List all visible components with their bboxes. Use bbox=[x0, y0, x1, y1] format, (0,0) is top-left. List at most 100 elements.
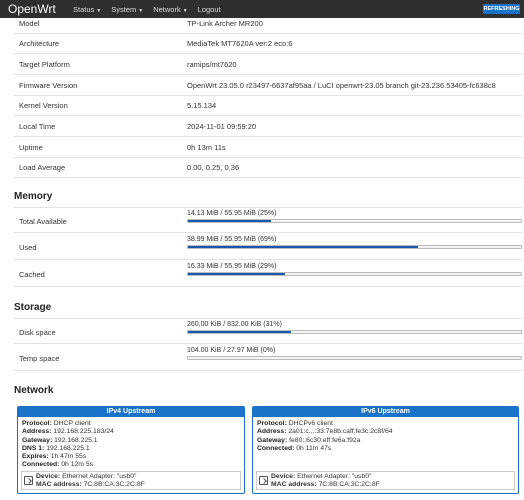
ipv4-upstream-details: Protocol: DHCP client Address: 192.168.2… bbox=[18, 417, 244, 470]
menu-logout[interactable]: Logout bbox=[198, 5, 221, 14]
progress-bar bbox=[187, 272, 522, 276]
ipv4-line: Connected: 0h 12m 5s bbox=[22, 461, 240, 469]
system-value: 2024-11-01 09:59:20 bbox=[187, 122, 257, 131]
mac-value: 7C:8B:CA:3C:2C:8F bbox=[318, 481, 380, 488]
memory-row-cached: Cached 16.33 MiB / 55.95 MiB (29%) bbox=[14, 261, 522, 287]
storage-value: 260.00 KiB / 832.00 KiB (31%) bbox=[187, 321, 282, 328]
storage-row-temp-space: Temp space 104.00 KiB / 27.97 MiB (0%) bbox=[14, 345, 522, 371]
progress-fill bbox=[188, 220, 272, 222]
mac-label: MAC address: bbox=[271, 481, 317, 488]
progress-bar bbox=[187, 330, 522, 334]
system-value: 5.15.134 bbox=[187, 101, 217, 110]
line-value: 192.168.225.1 bbox=[46, 444, 90, 452]
progress-bar bbox=[187, 219, 522, 223]
system-value: 0h 13m 11s bbox=[187, 143, 226, 152]
memory-key: Total Available bbox=[19, 217, 67, 226]
refreshing-indicator-button[interactable]: REFRESHING bbox=[483, 4, 520, 14]
progress-fill bbox=[188, 331, 292, 333]
line-value: 2a01:c...:33:7e8b:caff:fe3c:2c8f/64 bbox=[288, 428, 393, 436]
system-row-firmware-version: Firmware Version OpenWrt 23.05.0 r23497-… bbox=[14, 76, 522, 96]
system-value: ramips/mt7620 bbox=[187, 60, 237, 69]
ipv6-line: Gateway: fe80::6c30:eff:fe6a:f92a bbox=[257, 437, 514, 445]
ipv6-upstream-details: Protocol: DHCPv6 client Address: 2a01:c.… bbox=[253, 417, 518, 453]
mac-value: 7C:8B:CA:3C:2C:8F bbox=[83, 481, 145, 488]
system-row-local-time: Local Time 2024-11-01 09:59:20 bbox=[14, 117, 522, 137]
device-label: Device: bbox=[271, 473, 296, 480]
menu-status[interactable]: Status ▼ bbox=[73, 5, 101, 14]
memory-key: Used bbox=[19, 243, 37, 252]
ipv4-device-box: Device: Ethernet Adapter: "usb0" MAC add… bbox=[21, 471, 241, 490]
memory-value: 16.33 MiB / 55.95 MiB (29%) bbox=[187, 263, 277, 270]
system-value: TP-Link Archer MR200 bbox=[187, 19, 263, 28]
ipv6-line: Connected: 0h 11m 47s bbox=[257, 445, 514, 453]
progress-fill bbox=[188, 273, 285, 275]
line-label: Gateway: bbox=[257, 436, 288, 444]
device-label: Device: bbox=[36, 473, 61, 480]
line-label: Protocol: bbox=[257, 420, 287, 427]
ipv4-line: Expires: 1h 47m 55s bbox=[22, 453, 240, 461]
line-label: Protocol: bbox=[22, 420, 52, 427]
system-row-architecture: Architecture MediaTek MT7620A ver:2 eco:… bbox=[14, 34, 522, 54]
line-value: 192.168.225.183/24 bbox=[53, 428, 114, 436]
line-label: Address: bbox=[257, 428, 287, 436]
progress-bar bbox=[187, 245, 522, 249]
ipv4-line: Address: 192.168.225.183/24 bbox=[22, 428, 240, 436]
mac-label: MAC address: bbox=[36, 481, 82, 488]
ipv6-line: Protocol: DHCPv6 client bbox=[257, 420, 514, 428]
storage-row-disk-space: Disk space 260.00 KiB / 832.00 KiB (31%) bbox=[14, 318, 522, 344]
storage-key: Temp space bbox=[19, 354, 60, 363]
chevron-down-icon: ▼ bbox=[96, 7, 102, 14]
system-key: Uptime bbox=[19, 143, 43, 152]
menu-network[interactable]: Network ▼ bbox=[153, 5, 187, 14]
line-value: DHCPv6 client bbox=[288, 420, 333, 427]
system-row-kernel-version: Kernel Version 5.15.134 bbox=[14, 96, 522, 116]
system-row-model: Model TP-Link Archer MR200 bbox=[14, 14, 522, 34]
chevron-down-icon: ▼ bbox=[182, 7, 188, 14]
line-label: DNS 1: bbox=[22, 444, 45, 452]
line-label: Address: bbox=[22, 428, 52, 436]
ipv6-upstream-card: IPv6 Upstream Protocol: DHCPv6 client Ad… bbox=[252, 406, 519, 494]
ipv4-upstream-header: IPv4 Upstream bbox=[18, 407, 244, 417]
system-key: Firmware Version bbox=[19, 81, 78, 90]
mac-line: MAC address: 7C:8B:CA:3C:2C:8F bbox=[271, 481, 512, 489]
line-value: 1h 47m 55s bbox=[50, 453, 87, 461]
line-value: 0h 12m 5s bbox=[61, 461, 94, 469]
memory-value: 14.13 MiB / 55.95 MiB (25%) bbox=[187, 210, 277, 217]
line-label: Connected: bbox=[257, 444, 295, 452]
ipv4-line: Protocol: DHCP client bbox=[22, 420, 240, 428]
progress-bar bbox=[187, 356, 522, 360]
ipv6-line: Address: 2a01:c...:33:7e8b:caff:fe3c:2c8… bbox=[257, 428, 514, 436]
system-key: Architecture bbox=[19, 39, 60, 48]
system-key: Kernel Version bbox=[19, 101, 68, 110]
menu-system-label: System bbox=[111, 4, 137, 14]
line-label: Connected: bbox=[22, 461, 60, 469]
line-value: 192.168.225.1 bbox=[54, 436, 98, 444]
memory-key: Cached bbox=[19, 270, 45, 279]
device-line: Device: Ethernet Adapter: "usb0" bbox=[271, 473, 512, 481]
line-value: fe80::6c30:eff:fe6a:f92a bbox=[289, 436, 361, 444]
system-key: Target Platform bbox=[19, 60, 70, 69]
memory-section-title: Memory bbox=[14, 191, 53, 202]
storage-value: 104.00 KiB / 27.97 MiB (0%) bbox=[187, 347, 276, 354]
system-row-uptime: Uptime 0h 13m 11s bbox=[14, 138, 522, 158]
ipv4-upstream-card: IPv4 Upstream Protocol: DHCP client Addr… bbox=[17, 406, 245, 494]
system-key: Local Time bbox=[19, 122, 56, 131]
system-row-target-platform: Target Platform ramips/mt7620 bbox=[14, 55, 522, 75]
memory-row-used: Used 38.99 MiB / 55.95 MiB (69%) bbox=[14, 234, 522, 260]
device-line: Device: Ethernet Adapter: "usb0" bbox=[36, 473, 238, 481]
memory-row-total-available: Total Available 14.13 MiB / 55.95 MiB (2… bbox=[14, 207, 522, 233]
system-value: MediaTek MT7620A ver:2 eco:6 bbox=[187, 39, 293, 48]
system-key: Model bbox=[19, 19, 40, 28]
chevron-down-icon: ▼ bbox=[138, 7, 144, 14]
network-adapter-icon bbox=[259, 476, 268, 485]
line-label: Expires: bbox=[22, 453, 49, 461]
progress-fill bbox=[188, 246, 418, 248]
line-value: DHCP client bbox=[53, 420, 91, 427]
menu-system[interactable]: System ▼ bbox=[111, 5, 143, 14]
memory-value: 38.99 MiB / 55.95 MiB (69%) bbox=[187, 236, 277, 243]
system-value: 0.00, 0.25, 0.36 bbox=[187, 163, 240, 172]
storage-section-title: Storage bbox=[14, 302, 52, 313]
line-value: 0h 11m 47s bbox=[296, 444, 332, 452]
ipv4-line: Gateway: 192.168.225.1 bbox=[22, 437, 240, 445]
device-value: Ethernet Adapter: "usb0" bbox=[62, 473, 137, 480]
